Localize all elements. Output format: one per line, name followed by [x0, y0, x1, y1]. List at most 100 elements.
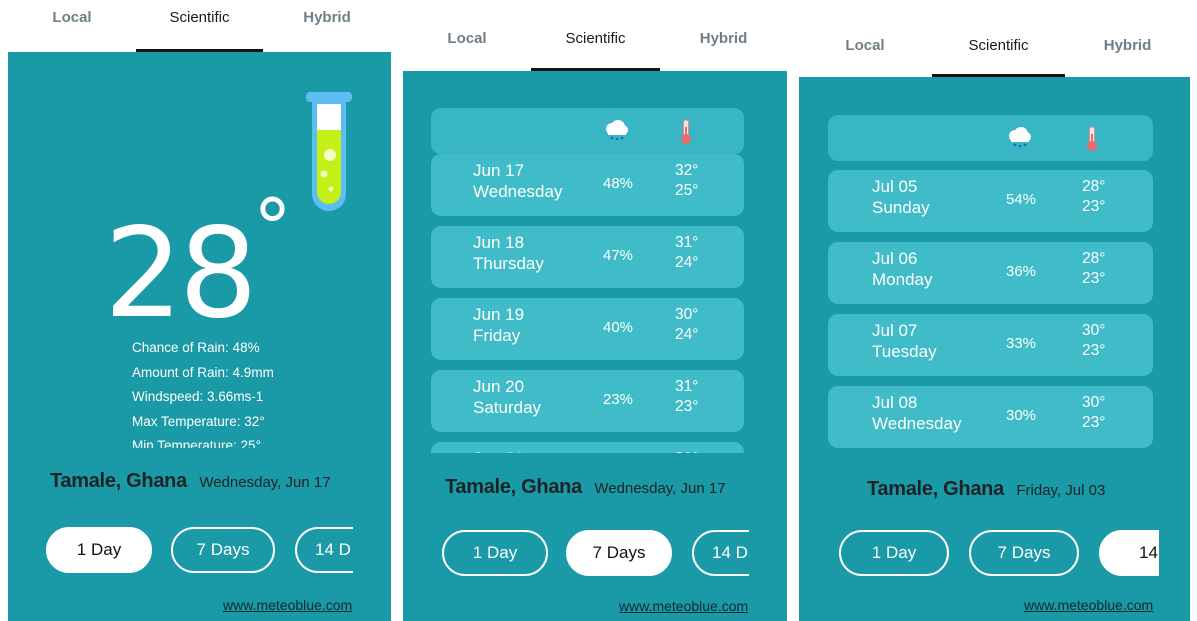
row-weekday: Wednesday	[872, 414, 962, 433]
meteoblue-link[interactable]: www.meteoblue.com	[1024, 597, 1153, 613]
row-date: Jul 08	[872, 393, 918, 412]
range-1-day-button[interactable]: 1 Day	[839, 530, 949, 576]
tab-local[interactable]: Local	[799, 0, 931, 77]
tab-bar: Local Scientific Hybrid	[8, 0, 391, 52]
detail-chance-of-rain: Chance of Rain: 48%	[132, 340, 260, 355]
row-min-temp: 23°	[675, 398, 699, 415]
row-date: Jun 20	[473, 377, 525, 396]
row-date: Jul 05	[872, 177, 918, 196]
forecast-row: Jul 08 Wednesday 30% 30° 23°	[828, 386, 1153, 448]
row-max-temp: 31°	[675, 234, 699, 251]
tab-hybrid[interactable]: Hybrid	[1065, 0, 1190, 77]
location-name: Tamale, Ghana	[445, 476, 582, 498]
row-min-temp: 23°	[1082, 342, 1106, 359]
range-14-days-button[interactable]: 14 D	[692, 530, 749, 576]
location-name: Tamale, Ghana	[867, 478, 1004, 500]
row-max-temp: 30°	[1082, 394, 1106, 411]
panel-one-day: Local Scientific Hybrid 28 ° Chance of R…	[8, 0, 391, 621]
row-min-temp: 23°	[1082, 414, 1106, 431]
tab-scientific[interactable]: Scientific	[932, 0, 1065, 77]
tab-hybrid[interactable]: Hybrid	[263, 0, 391, 52]
row-rain-chance: 48%	[603, 175, 634, 192]
location-line: Tamale, Ghana Wednesday, Jun 17	[50, 470, 331, 493]
table-header	[828, 115, 1153, 161]
rain-cloud-icon	[1009, 127, 1031, 148]
row-rain-chance: 23%	[603, 391, 634, 408]
current-temperature: 28	[104, 202, 258, 346]
row-min-temp: 24°	[675, 326, 699, 343]
tab-hybrid[interactable]: Hybrid	[660, 0, 787, 71]
row-min-temp: 23°	[1082, 270, 1106, 287]
forecast-table: Jun 17 Wednesday 48% 32° 25° Jun 18 Thursday 47…	[431, 108, 744, 453]
meteoblue-link[interactable]: www.meteoblue.com	[619, 598, 748, 614]
row-weekday: Monday	[872, 270, 933, 289]
row-max-temp: 30°	[675, 306, 699, 323]
row-date: Jun 18	[473, 233, 525, 252]
location-line: Tamale, Ghana Wednesday, Jun 17	[445, 476, 726, 499]
panel-fourteen-days: Local Scientific Hybrid Jul 05 Sunday 54…	[799, 0, 1190, 621]
row-max-temp: 28°	[1082, 250, 1106, 267]
meteoblue-link[interactable]: www.meteoblue.com	[223, 597, 352, 613]
row-weekday: Saturday	[473, 398, 542, 417]
forecast-table: Jul 05 Sunday 54% 28° 23° Jul 06 Monday 36% 28° 2…	[828, 115, 1153, 455]
thermometer-icon	[1087, 126, 1097, 151]
row-date: Jul 06	[872, 249, 918, 268]
tab-local[interactable]: Local	[403, 0, 531, 71]
location-name: Tamale, Ghana	[50, 470, 187, 492]
row-date: Jun 17	[473, 161, 525, 180]
range-7-days-button[interactable]: 7 Days	[969, 530, 1079, 576]
range-1-day-button[interactable]: 1 Day	[442, 530, 548, 576]
row-rain-chance: 33%	[1006, 335, 1037, 352]
current-weather-area: 28 ° Chance of Rain: 48% Amount of Rain:…	[8, 52, 391, 621]
range-1-day-button[interactable]: 1 Day	[46, 527, 152, 573]
row-min-temp: 24°	[675, 254, 699, 271]
row-weekday: Wednesday	[473, 182, 563, 201]
tab-scientific[interactable]: Scientific	[136, 0, 263, 52]
range-14-days-button[interactable]: 14 D	[295, 527, 353, 573]
detail-max-temperature: Max Temperature: 32°	[132, 413, 265, 429]
row-weekday: Tuesday	[872, 342, 937, 361]
forecast-area: Jul 05 Sunday 54% 28° 23° Jul 06 Monday 36% 28° 2…	[799, 77, 1190, 621]
range-14-days-button[interactable]: 14 D	[1099, 530, 1159, 576]
row-min-temp: 25°	[675, 182, 699, 199]
tab-bar: Local Scientific Hybrid	[799, 0, 1190, 77]
forecast-date: Friday, Jul 03	[1016, 482, 1106, 499]
row-max-temp: 31°	[675, 378, 699, 395]
row-weekday: Sunday	[872, 198, 930, 217]
forecast-date: Wednesday, Jun 17	[199, 474, 331, 491]
row-rain-chance: 54%	[1006, 191, 1037, 208]
row-rain-chance: 30%	[1006, 407, 1037, 424]
forecast-area: Jun 17 Wednesday 48% 32° 25° Jun 18 Thursday 47…	[403, 71, 787, 621]
degree-symbol: °	[253, 184, 292, 274]
row-min-temp: 23°	[1082, 198, 1106, 215]
row-rain-chance: 47%	[603, 247, 634, 264]
row-date: Jun 19	[473, 305, 525, 324]
tab-local[interactable]: Local	[8, 0, 136, 52]
tab-bar: Local Scientific Hybrid	[403, 0, 787, 71]
forecast-row: Jun 20 Saturday 23% 31° 23°	[431, 370, 744, 432]
range-7-days-button[interactable]: 7 Days	[566, 530, 672, 576]
forecast-row: Jun 17 Wednesday 48% 32° 25°	[431, 154, 744, 216]
forecast-row: Jun 21 31°	[431, 442, 744, 453]
row-max-temp: 31°	[675, 450, 698, 453]
panel-seven-days: Local Scientific Hybrid Jun 17 Wednesday…	[403, 0, 787, 621]
range-7-days-button[interactable]: 7 Days	[171, 527, 275, 573]
forecast-row: Jul 05 Sunday 54% 28° 23°	[828, 170, 1153, 232]
row-max-temp: 30°	[1082, 322, 1106, 339]
test-tube-icon	[306, 92, 352, 211]
row-date: Jun 21	[473, 449, 524, 453]
detail-min-temperature: Min Temperature: 25°	[132, 438, 261, 448]
tab-scientific[interactable]: Scientific	[531, 0, 660, 71]
forecast-row: Jun 19 Friday 40% 30° 24°	[431, 298, 744, 360]
location-line: Tamale, Ghana Friday, Jul 03	[867, 478, 1105, 501]
row-weekday: Thursday	[473, 254, 544, 273]
rain-cloud-icon	[606, 120, 628, 141]
row-weekday: Friday	[473, 326, 521, 345]
weather-details: Chance of Rain: 48% Amount of Rain: 4.9m…	[132, 336, 362, 448]
row-rain-chance: 36%	[1006, 263, 1037, 280]
forecast-date: Wednesday, Jun 17	[594, 480, 726, 497]
forecast-row: Jul 06 Monday 36% 28° 23°	[828, 242, 1153, 304]
row-rain-chance: 40%	[603, 319, 634, 336]
table-header	[431, 108, 744, 154]
thermometer-icon	[681, 119, 691, 144]
